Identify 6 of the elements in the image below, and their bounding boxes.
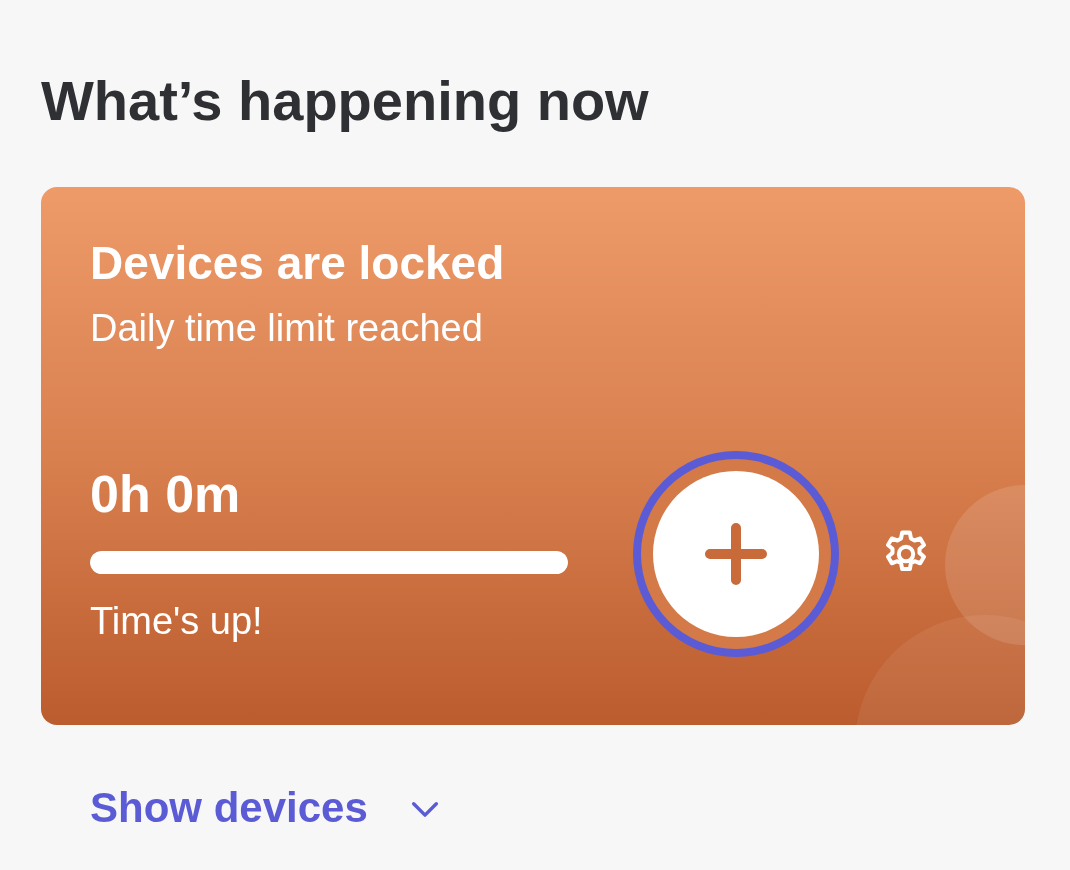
time-remaining: 0h 0m [90,464,242,525]
show-devices-link[interactable]: Show devices [90,783,442,833]
card-title: Devices are locked [90,236,506,291]
card-subtitle: Daily time limit reached [90,306,484,351]
status-text: Time's up! [90,599,264,644]
section-title: What’s happening now [41,68,650,134]
